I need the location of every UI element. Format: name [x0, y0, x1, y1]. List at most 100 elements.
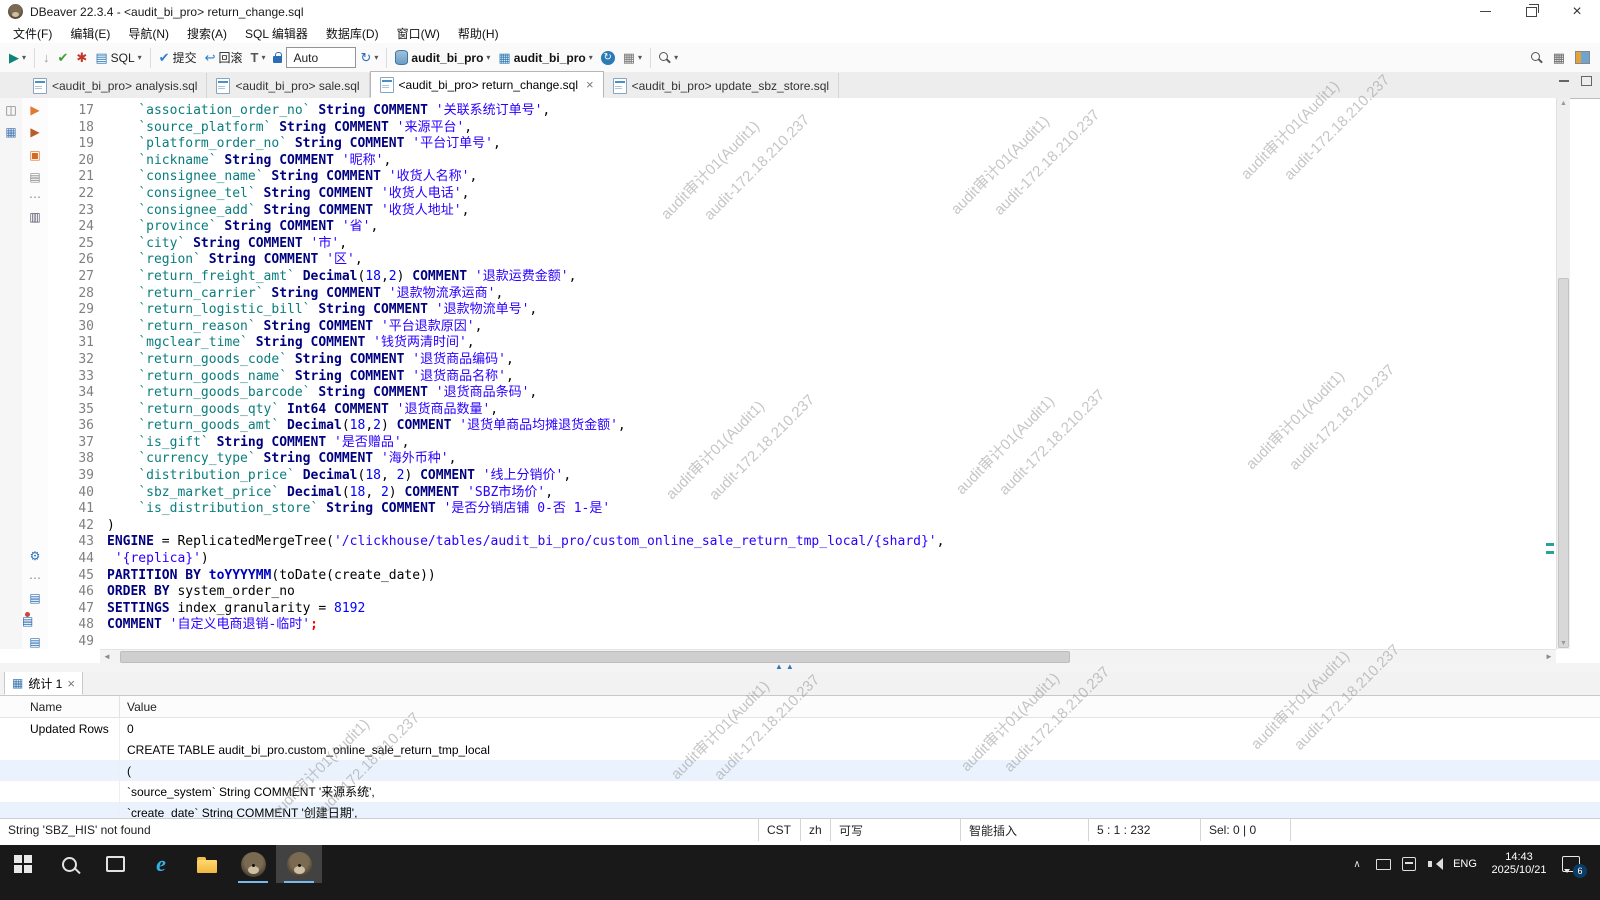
execute-script-icon[interactable]: ▶ — [22, 126, 48, 138]
scroll-down-icon[interactable]: ▼ — [1557, 640, 1570, 647]
explain-plan-icon[interactable]: ▤ — [22, 171, 48, 183]
editor-tab[interactable]: <audit_bi_pro> analysis.sql — [24, 73, 207, 98]
status-caret-position[interactable]: 5 : 1 : 232 — [1088, 819, 1200, 841]
result-name-cell — [0, 802, 120, 818]
panel-maximize-icon[interactable] — [1581, 76, 1592, 86]
tray-network-icon[interactable] — [1370, 845, 1396, 883]
tray-ime-icon[interactable] — [1396, 845, 1422, 883]
outline-view-icon[interactable]: ▦ — [0, 126, 22, 138]
menu-item[interactable]: 数据库(D) — [317, 23, 388, 43]
settings-gear-icon[interactable]: ⚙ — [22, 550, 48, 562]
minimize-button[interactable] — [1462, 0, 1508, 23]
notification-button[interactable]: 6 — [1556, 845, 1600, 883]
commit-button[interactable]: ✔ 提交 — [155, 46, 201, 70]
sash-restore-icon[interactable]: ▲▲ — [775, 662, 797, 671]
editor-horizontal-scrollbar[interactable]: ◄ ► — [100, 649, 1556, 664]
editor-tab[interactable]: <audit_bi_pro> return_change.sql× — [370, 71, 604, 98]
results-row[interactable]: `create_date` String COMMENT '创建日期', — [0, 802, 1600, 818]
menu-item[interactable]: 窗口(W) — [388, 23, 449, 43]
refresh-button[interactable]: ↻ — [597, 46, 619, 70]
code-line: 35 `return_goods_qty` Int64 COMMENT '退货商… — [48, 402, 1544, 419]
menu-item[interactable]: 文件(F) — [4, 23, 61, 43]
quick-access-search-icon[interactable] — [1531, 52, 1540, 61]
scroll-right-icon[interactable]: ► — [1542, 650, 1556, 664]
code-editor[interactable]: 17 `association_order_no` String COMMENT… — [48, 98, 1544, 649]
code-line: 20 `nickname` String COMMENT '昵称', — [48, 153, 1544, 170]
stats-tab[interactable]: ▦ 统计 1 × — [4, 672, 83, 695]
scroll-left-icon[interactable]: ◄ — [100, 650, 114, 664]
taskbar-explorer-button[interactable] — [184, 845, 230, 883]
results-row[interactable]: ( — [0, 760, 1600, 781]
tray-language-indicator[interactable]: ENG — [1448, 858, 1482, 870]
editor-tab[interactable]: <audit_bi_pro> sale.sql — [207, 73, 369, 98]
accept-button[interactable]: ✔ — [54, 46, 73, 70]
notification-badge: 6 — [1573, 864, 1587, 878]
fetch-button[interactable]: ↓ — [39, 46, 54, 70]
panel-sash[interactable]: ▲▲ — [0, 663, 1600, 672]
chevron-down-icon: ▾ — [22, 53, 26, 62]
taskbar-dbeaver-button-2[interactable] — [276, 845, 322, 883]
chevron-down-icon: ▾ — [486, 53, 490, 62]
open-sql-editor-button[interactable]: ▤ SQL ▾ — [91, 46, 145, 70]
menu-item[interactable]: 搜索(A) — [178, 23, 236, 43]
editor-tab[interactable]: <audit_bi_pro> update_sbz_store.sql — [604, 73, 839, 98]
restore-view-icon[interactable]: ◫ — [0, 104, 22, 116]
new-connection-button[interactable]: ▶ ▾ — [5, 46, 30, 70]
panel-minimize-icon[interactable] — [1559, 80, 1569, 82]
autocommit-lock-button[interactable] — [269, 46, 286, 70]
line-number: 29 — [48, 302, 102, 319]
toolbar-separator — [386, 48, 387, 68]
dbeaver-perspective-icon[interactable] — [1575, 51, 1590, 64]
restore-button[interactable] — [1508, 0, 1554, 23]
transaction-log-button[interactable]: T ▾ — [247, 46, 270, 70]
tray-chevron-icon[interactable]: ∧ — [1344, 845, 1370, 883]
script-doc-icon[interactable]: ▤ — [22, 636, 48, 648]
tray-clock[interactable]: 14:43 2025/10/21 — [1482, 851, 1556, 877]
menu-item[interactable]: 导航(N) — [119, 23, 178, 43]
hscroll-thumb[interactable] — [120, 651, 1070, 663]
task-view-button[interactable] — [92, 845, 138, 883]
result-name-cell — [0, 781, 120, 802]
taskbar-ie-button[interactable]: e — [138, 845, 184, 883]
dbeaver-icon — [287, 852, 312, 877]
results-row[interactable]: `source_system` String COMMENT '来源系统', — [0, 781, 1600, 802]
script-doc-error-icon[interactable]: ▤ — [22, 614, 33, 628]
menu-item[interactable]: 编辑(E) — [61, 23, 119, 43]
rollback-button[interactable]: ↩ 回滚 — [201, 46, 247, 70]
column-header-value[interactable]: Value — [120, 696, 1600, 717]
tray-volume-icon[interactable] — [1422, 845, 1448, 883]
stats-tab-close-icon[interactable]: × — [67, 677, 75, 690]
menu-item[interactable]: SQL 编辑器 — [236, 23, 317, 43]
results-layout-button[interactable]: ▦ ▾ — [619, 46, 646, 70]
start-button[interactable] — [0, 845, 46, 883]
more-actions-icon[interactable]: ⋯ — [22, 191, 48, 203]
autocommit-mode-select[interactable]: Auto — [286, 47, 356, 68]
hscroll-track[interactable] — [114, 650, 1542, 664]
script-doc-icon[interactable]: ▤ — [22, 592, 48, 604]
scroll-up-icon[interactable]: ▲ — [1557, 100, 1570, 107]
execute-statement-icon[interactable]: ▶ — [22, 104, 48, 116]
line-number: 31 — [48, 335, 102, 352]
line-number: 30 — [48, 319, 102, 336]
tab-close-icon[interactable]: × — [586, 78, 594, 91]
reject-button[interactable]: ✱ — [72, 46, 91, 70]
taskbar-search-button[interactable] — [46, 845, 92, 883]
vscroll-thumb[interactable] — [1558, 278, 1569, 648]
column-header-name[interactable]: Name — [0, 696, 120, 717]
schema-selector[interactable]: ▦ audit_bi_pro ▾ — [494, 46, 596, 70]
close-button[interactable]: × — [1554, 0, 1600, 23]
execute-all-icon[interactable]: ▣ — [22, 149, 48, 161]
query-history-button[interactable]: ↻ ▾ — [356, 46, 382, 70]
status-empty — [1290, 819, 1600, 841]
output-console-icon[interactable]: ▥ — [22, 211, 48, 223]
open-perspective-icon[interactable]: ▦ — [1553, 51, 1565, 64]
menu-item[interactable]: 帮助(H) — [449, 23, 508, 43]
rollback-label: 回滚 — [218, 49, 242, 66]
editor-vertical-scrollbar[interactable]: ▲ ▼ — [1556, 98, 1570, 649]
results-row[interactable]: CREATE TABLE audit_bi_pro.custom_online_… — [0, 739, 1600, 760]
search-dropdown-button[interactable]: ▾ — [655, 46, 682, 70]
results-row[interactable]: Updated Rows0 — [0, 718, 1600, 739]
more-actions-icon[interactable]: ⋯ — [22, 572, 48, 584]
taskbar-dbeaver-button-1[interactable] — [230, 845, 276, 883]
database-selector[interactable]: audit_bi_pro ▾ — [391, 46, 494, 70]
